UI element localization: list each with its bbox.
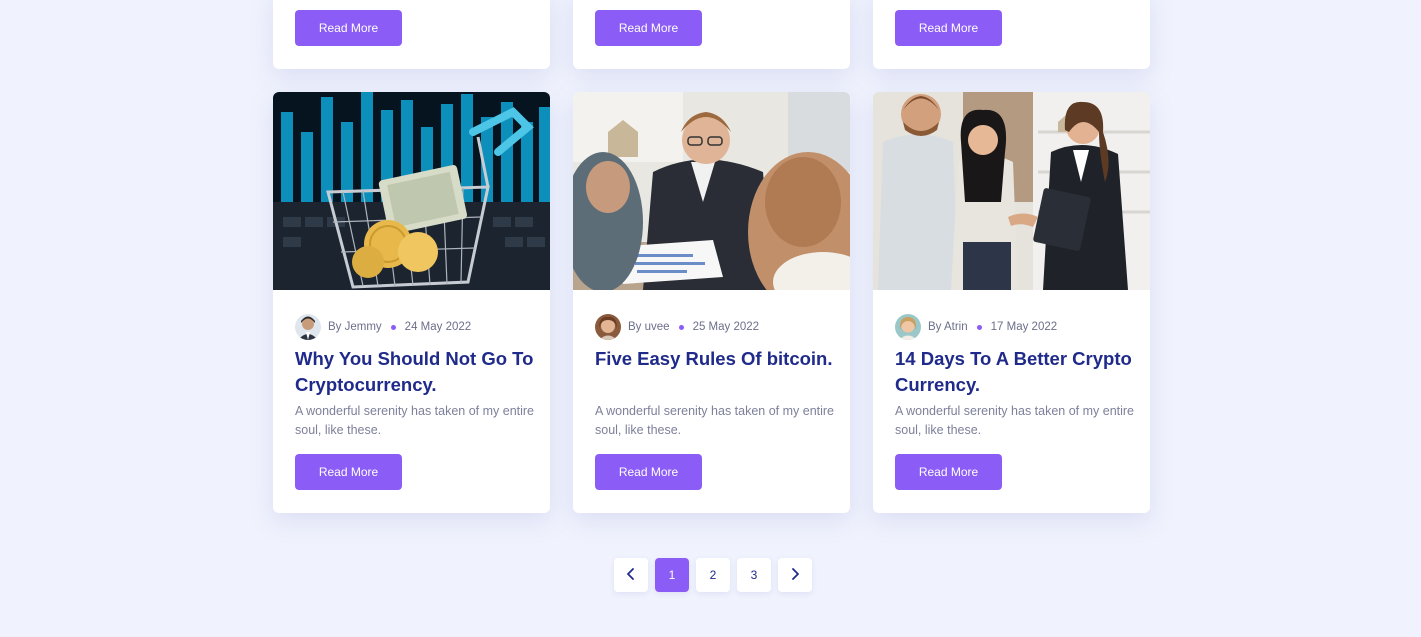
post-meta: By uvee 25 May 2022 [595, 314, 759, 340]
pagination-page-3[interactable]: 3 [737, 558, 771, 592]
blog-card: By Jemmy 24 May 2022 Why You Should Not … [273, 92, 550, 513]
blog-card: By uvee 25 May 2022 Five Easy Rules Of b… [573, 92, 850, 513]
read-more-button[interactable]: Read More [295, 454, 402, 490]
post-excerpt: A wonderful serenity has taken of my ent… [295, 404, 535, 437]
read-more-button[interactable]: Read More [595, 10, 702, 46]
blog-card-top-2: Read More [573, 0, 850, 69]
post-author[interactable]: By uvee [628, 321, 670, 333]
blog-card-top-3: Read More [873, 0, 1150, 69]
post-author[interactable]: By Jemmy [328, 321, 382, 333]
chevron-left-icon [626, 567, 636, 583]
post-title[interactable]: Why You Should Not Go To Cryptocurrency. [295, 346, 535, 398]
read-more-button[interactable]: Read More [895, 454, 1002, 490]
avatar [595, 314, 621, 340]
pagination: 1 2 3 [614, 558, 812, 592]
read-more-button[interactable]: Read More [295, 10, 402, 46]
post-meta: By Atrin 17 May 2022 [895, 314, 1057, 340]
post-date: 24 May 2022 [404, 321, 472, 333]
meta-separator-dot [678, 324, 684, 330]
handshake-image[interactable] [873, 92, 1150, 290]
crypto-shopping-cart-image[interactable] [273, 92, 550, 290]
avatar [295, 314, 321, 340]
post-author[interactable]: By Atrin [928, 321, 968, 333]
post-date: 25 May 2022 [692, 321, 760, 333]
chevron-right-icon [790, 567, 800, 583]
post-title[interactable]: Five Easy Rules Of bitcoin. [595, 346, 835, 372]
pagination-page-2[interactable]: 2 [696, 558, 730, 592]
pagination-prev-button[interactable] [614, 558, 648, 592]
meta-separator-dot [976, 324, 982, 330]
pagination-page-1[interactable]: 1 [655, 558, 689, 592]
read-more-button[interactable]: Read More [895, 10, 1002, 46]
business-meeting-image[interactable] [573, 92, 850, 290]
post-excerpt: A wonderful serenity has taken of my ent… [895, 404, 1135, 437]
post-date: 17 May 2022 [990, 321, 1058, 333]
blog-card: By Atrin 17 May 2022 14 Days To A Better… [873, 92, 1150, 513]
meta-separator-dot [390, 324, 396, 330]
blog-card-top-1: Read More [273, 0, 550, 69]
avatar [895, 314, 921, 340]
pagination-next-button[interactable] [778, 558, 812, 592]
read-more-button[interactable]: Read More [595, 454, 702, 490]
post-excerpt: A wonderful serenity has taken of my ent… [595, 404, 835, 437]
post-title[interactable]: 14 Days To A Better Crypto Currency. [895, 346, 1135, 398]
post-meta: By Jemmy 24 May 2022 [295, 314, 471, 340]
